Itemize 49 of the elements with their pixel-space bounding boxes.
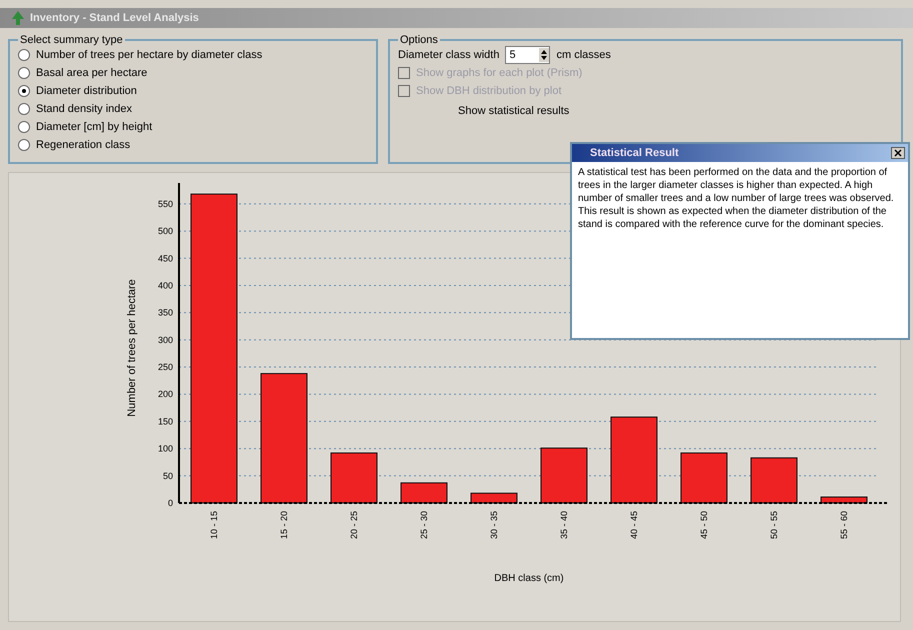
radio-label: Basal area per hectare <box>36 67 148 79</box>
x-axis-title: DBH class (cm) <box>494 573 564 584</box>
class-width-label: Diameter class width <box>398 49 500 61</box>
x-tick-label: 45 - 50 <box>699 511 709 540</box>
spinner-arrows-icon[interactable] <box>539 48 550 62</box>
y-tick-label: 300 <box>158 334 173 345</box>
x-tick-label: 30 - 35 <box>489 511 499 540</box>
x-tick-label: 20 - 25 <box>349 511 359 540</box>
checkbox-label: Show graphs for each plot (Prism) <box>416 67 582 79</box>
unit-label: cm classes <box>556 49 611 61</box>
window-title: Inventory - Stand Level Analysis <box>30 12 199 24</box>
result-text: A statistical test has been performed on the data and the proportion of trees in the larger diameter classes is higher than expected. A high number of smaller trees and a low number of large trees was observed. This result is shown as expected when the diameter distribution of the stand is compared with the reference curve for the dominant species. <box>578 166 895 231</box>
close-icon[interactable] <box>891 147 905 159</box>
y-tick-label: 0 <box>168 498 173 508</box>
x-tick-label: 35 - 40 <box>559 511 569 540</box>
x-tick-label: 10 - 15 <box>209 511 219 540</box>
y-tick-label: 400 <box>158 280 173 290</box>
x-tick-label: 15 - 20 <box>279 511 289 540</box>
radio-button[interactable] <box>18 139 30 151</box>
radio-label: Diameter distribution <box>36 85 137 97</box>
radio-label: Diameter [cm] by height <box>36 121 152 133</box>
radio-label: Regeneration class <box>36 139 130 151</box>
y-tick-label: 100 <box>158 444 173 454</box>
radio-button[interactable] <box>18 85 30 97</box>
class-width-spinner[interactable]: 5 <box>505 46 550 64</box>
x-tick-label: 25 - 30 <box>419 511 429 540</box>
radio-label: Stand density index <box>36 103 132 115</box>
y-tick-label: 200 <box>158 389 173 400</box>
y-tick-label: 450 <box>158 253 173 264</box>
y-tick-label: 350 <box>158 308 173 318</box>
y-tick-label: 500 <box>158 226 173 236</box>
x-tick-label: 40 - 45 <box>629 511 639 540</box>
radio-button[interactable] <box>18 121 30 133</box>
radio-label: Number of trees per hectare by diameter class <box>36 49 262 61</box>
checkbox-label: Show DBH distribution by plot <box>416 85 562 97</box>
x-tick-label: 50 - 55 <box>769 511 779 540</box>
y-axis-title: Number of trees per hectare <box>126 279 138 417</box>
y-tick-label: 550 <box>158 198 173 209</box>
dialog-title: Statistical Result <box>590 147 679 159</box>
radio-button[interactable] <box>18 103 30 115</box>
results-label: Show statistical results <box>458 105 570 117</box>
y-tick-label: 150 <box>158 416 173 426</box>
y-tick-label: 250 <box>158 362 173 372</box>
x-tick-label: 55 - 60 <box>839 511 849 540</box>
group-title: Select summary type <box>19 34 124 46</box>
radio-button[interactable] <box>18 49 30 61</box>
radio-button[interactable] <box>18 67 30 79</box>
group-title: Options <box>399 34 439 46</box>
y-tick-label: 50 <box>162 470 173 481</box>
